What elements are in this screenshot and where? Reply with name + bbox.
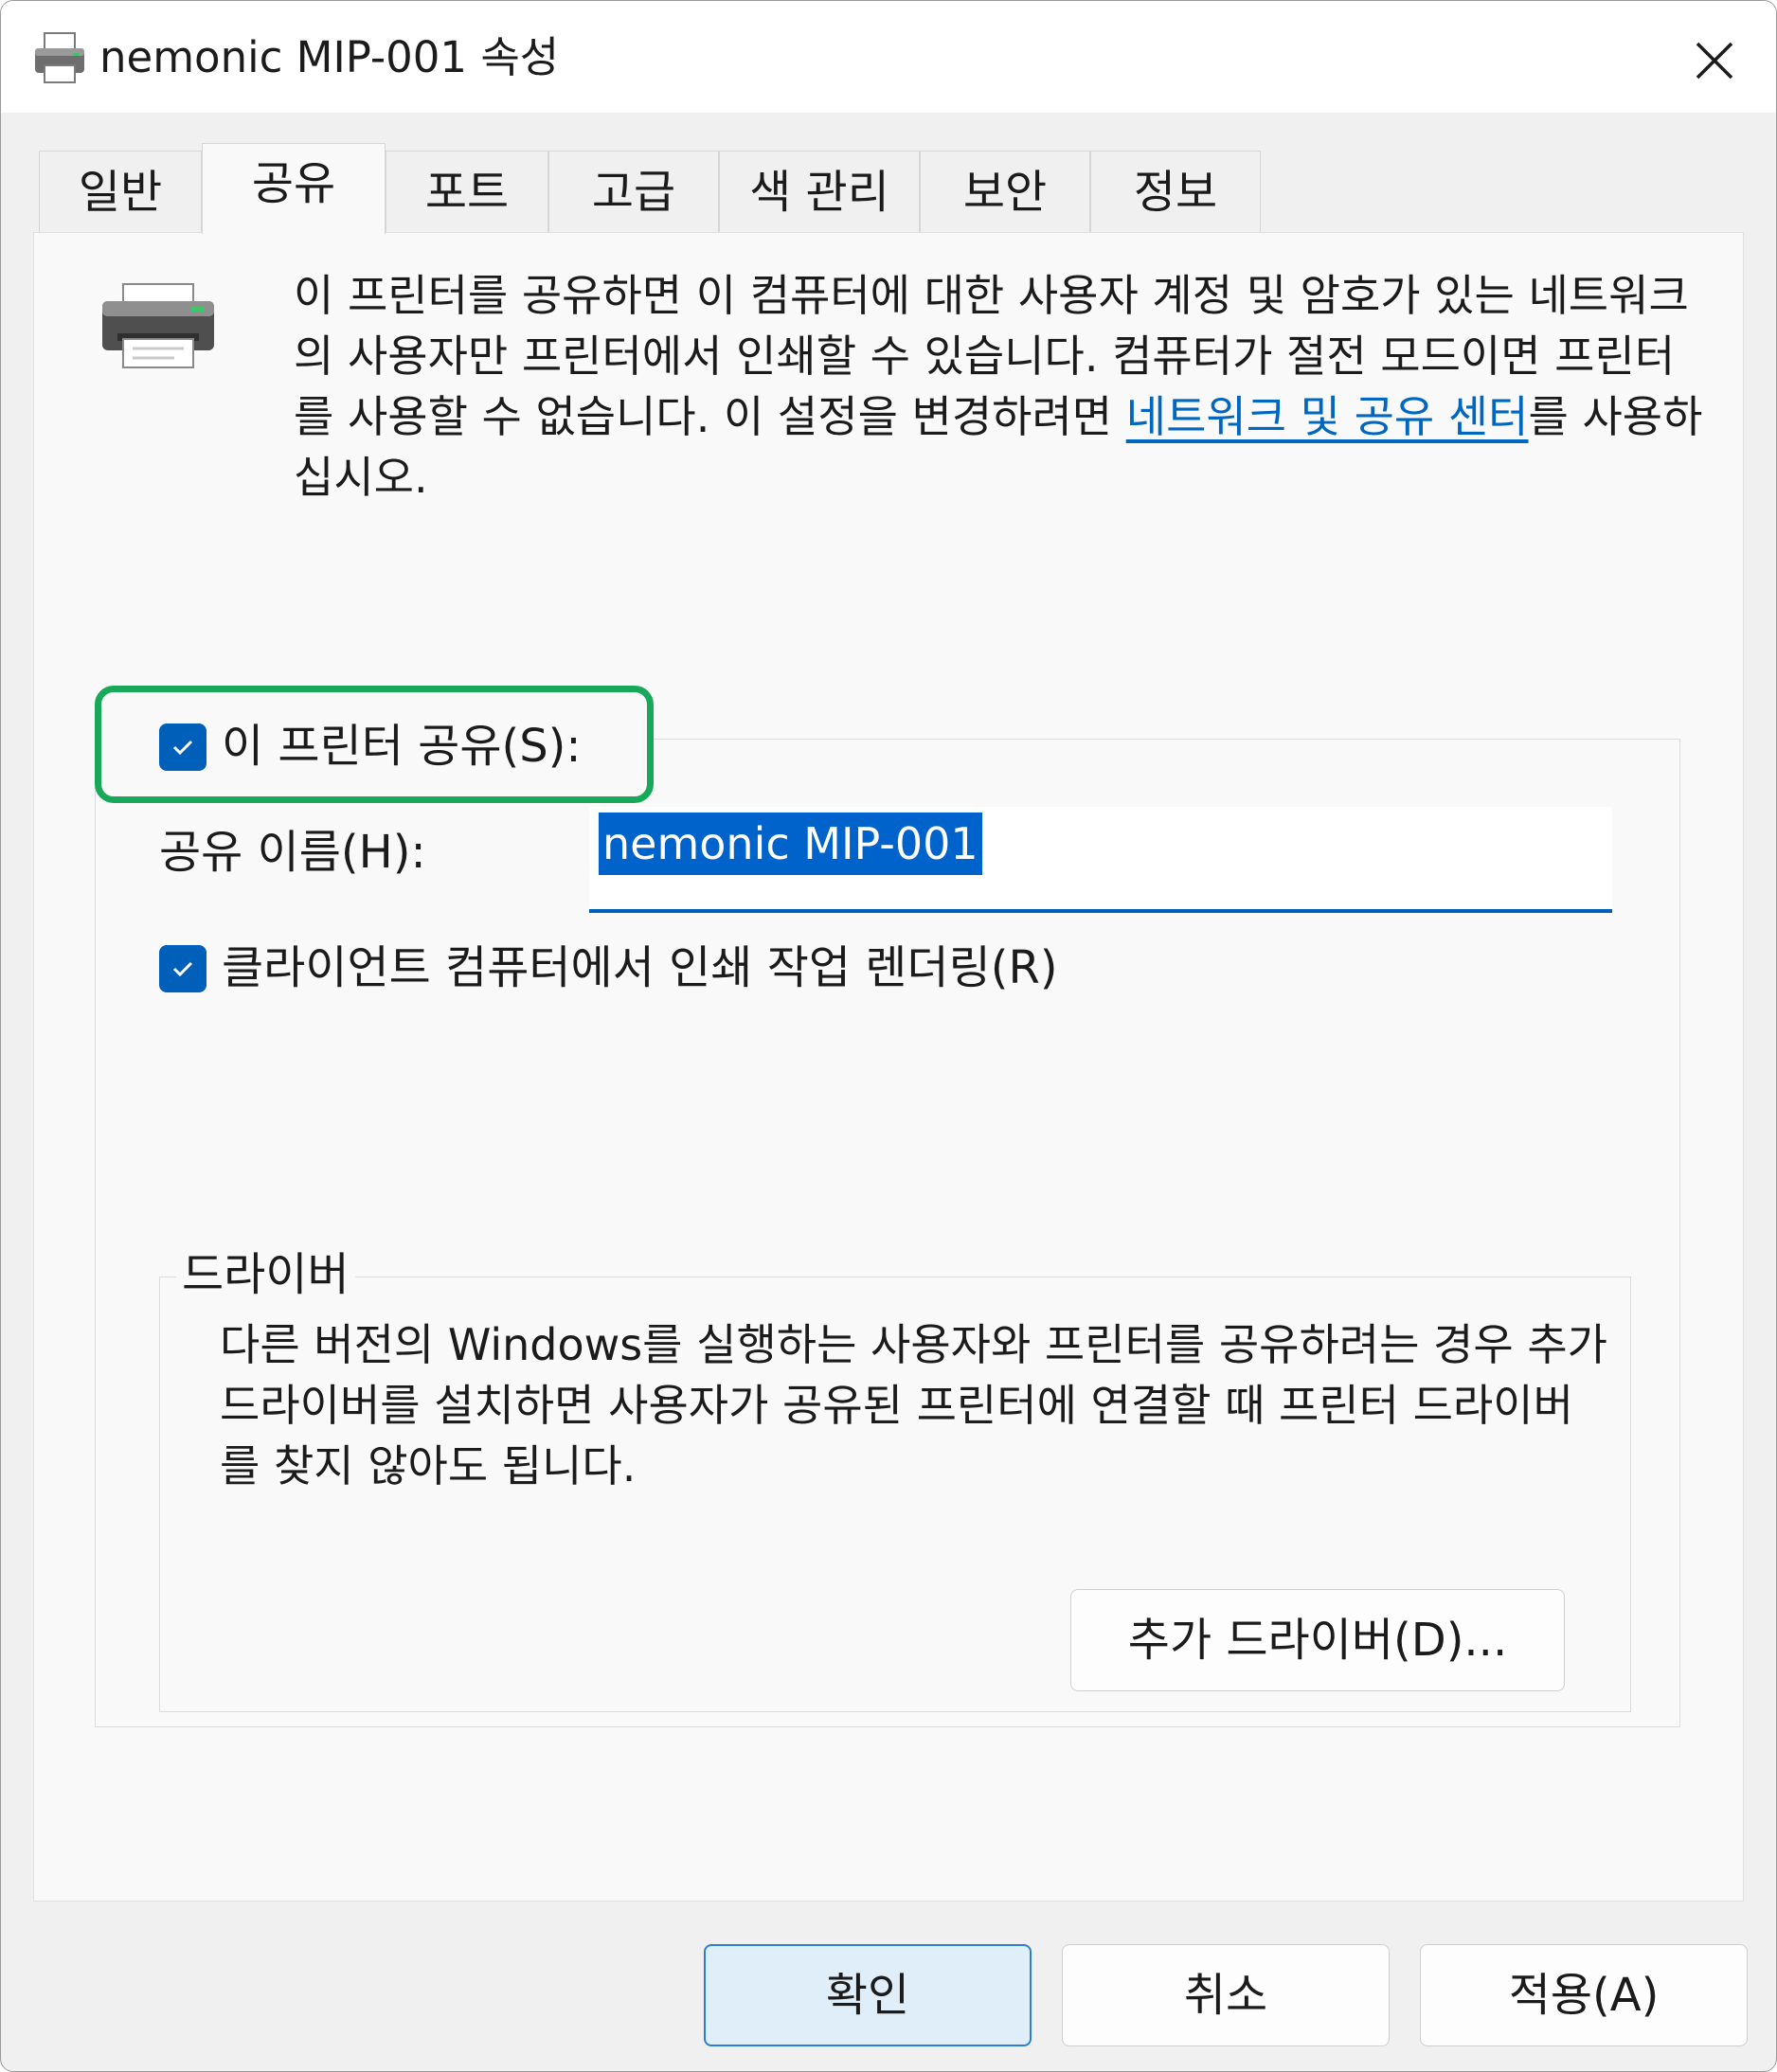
network-sharing-center-link[interactable]: 네트워크 및 공유 센터 [1126,391,1529,442]
drivers-description: 다른 버전의 Windows를 실행하는 사용자와 프린터를 공유하려는 경우 … [220,1319,1607,1491]
window-title: nemonic MIP-001 속성 [99,32,560,82]
share-printer-label: 이 프린터 공유(S): [222,720,582,773]
title-bar: nemonic MIP-001 속성 [1,1,1776,113]
share-name-value: nemonic MIP-001 [599,813,982,875]
apply-button[interactable]: 적용(A) [1420,1944,1748,2046]
tab-security[interactable]: 보안 [920,151,1090,233]
tab-sharing[interactable]: 공유 [202,143,386,234]
drivers-legend: 드라이버 [176,1246,355,1303]
printer-properties-dialog: nemonic MIP-001 속성 일반 공유 포트 고급 색 관리 보안 정… [0,0,1777,2072]
printer-icon [35,32,84,83]
tab-general[interactable]: 일반 [39,151,202,233]
close-icon [1696,42,1733,80]
checkmark-icon [172,961,193,977]
additional-drivers-button[interactable]: 추가 드라이버(D)... [1070,1589,1565,1691]
tab-strip: 일반 공유 포트 고급 색 관리 보안 정보 [39,143,1270,234]
render-jobs-label: 클라이언트 컴퓨터에서 인쇄 작업 렌더링(R) [222,941,1058,994]
printer-icon [102,283,214,368]
render-jobs-checkbox[interactable] [159,945,206,992]
checkmark-icon [172,740,193,756]
ok-button[interactable]: 확인 [704,1944,1032,2046]
tab-about[interactable]: 정보 [1090,151,1261,233]
tab-color-management[interactable]: 색 관리 [719,151,920,233]
share-printer-checkbox[interactable] [159,723,206,771]
sharing-info-text: 이 프린터를 공유하면 이 컴퓨터에 대한 사용자 계정 및 암호가 있는 네트… [294,265,1705,508]
tab-ports[interactable]: 포트 [386,151,548,233]
close-button[interactable] [1681,27,1748,94]
cancel-button[interactable]: 취소 [1062,1944,1390,2046]
tab-advanced[interactable]: 고급 [548,151,719,233]
share-name-input[interactable]: nemonic MIP-001 [589,807,1612,913]
share-name-label: 공유 이름(H): [159,826,426,879]
sharing-panel: 이 프린터를 공유하면 이 컴퓨터에 대한 사용자 계정 및 암호가 있는 네트… [33,232,1744,1902]
